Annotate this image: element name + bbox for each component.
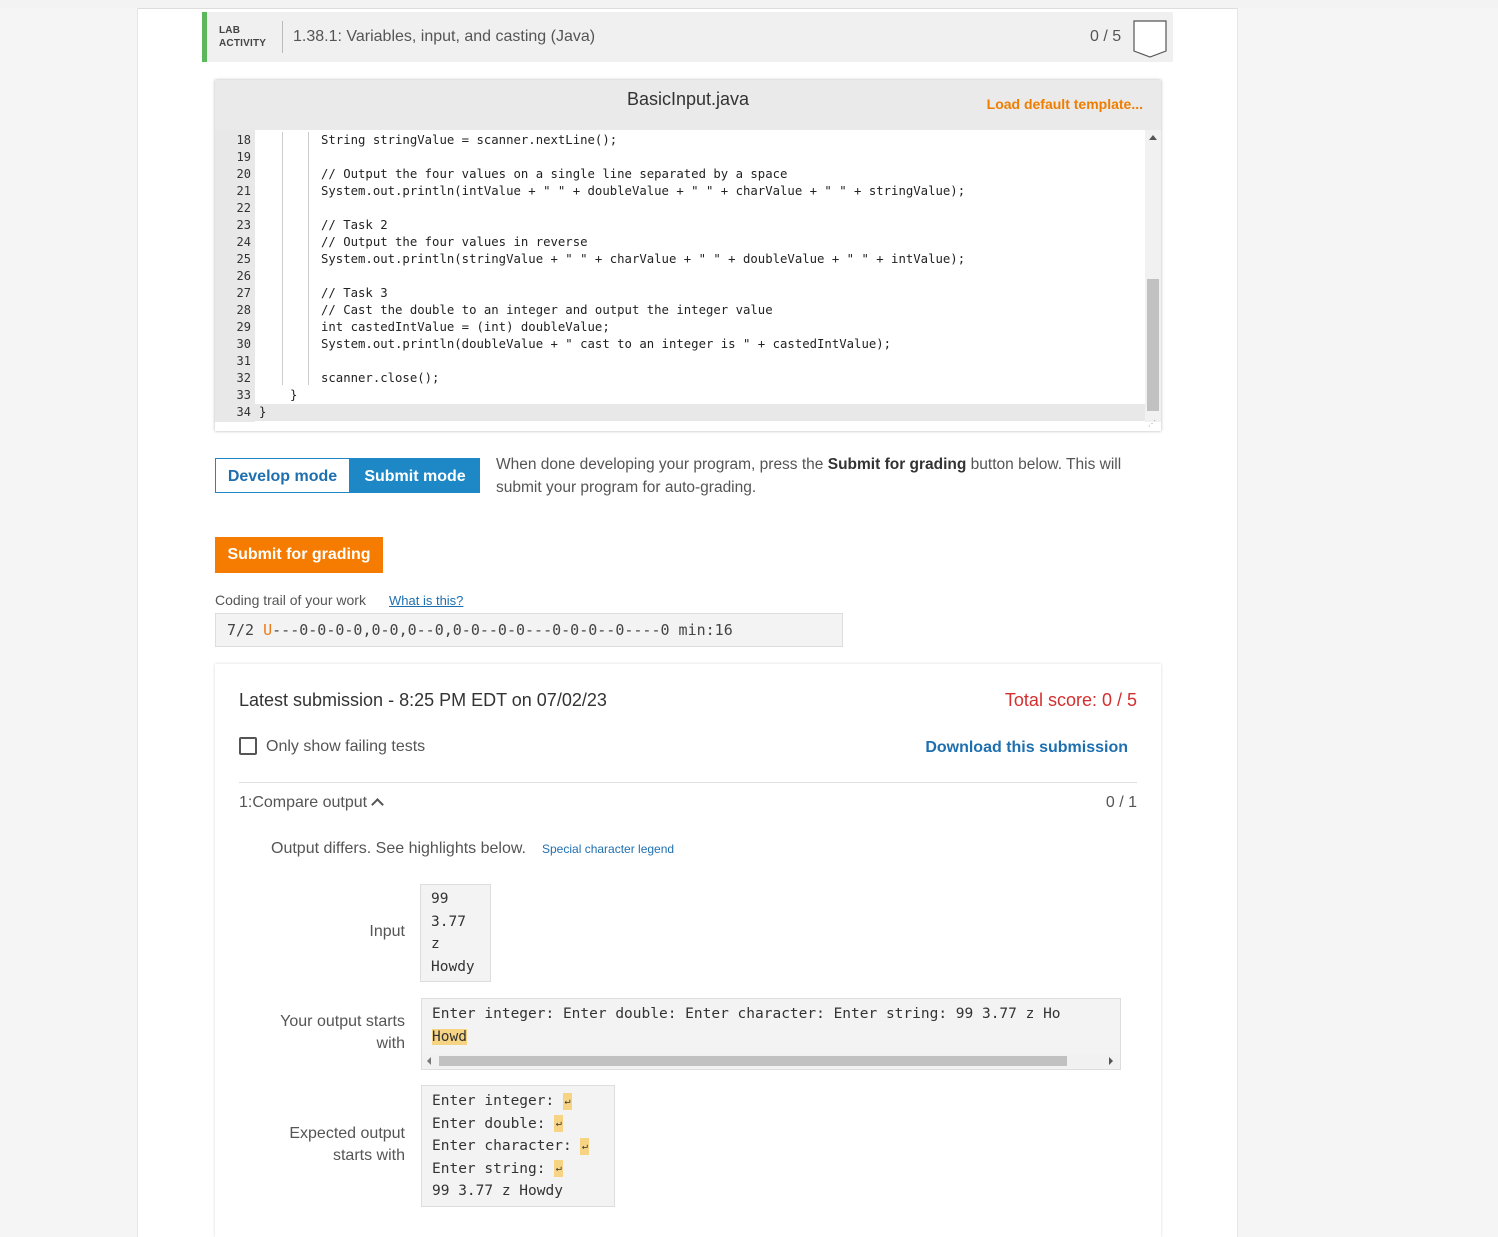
completion-badge-icon xyxy=(1133,20,1167,58)
code-line: // Task 2 xyxy=(321,218,388,232)
expected-line: Enter character: ↵ xyxy=(432,1137,590,1155)
line-number: 30 xyxy=(236,337,251,351)
test-case-score: 0 / 1 xyxy=(1105,794,1137,811)
divider xyxy=(239,782,1137,783)
your-output-label: Your output starts with xyxy=(280,1013,405,1052)
code-line: // Output the four values on a single li… xyxy=(321,167,788,181)
line-number: 27 xyxy=(236,286,251,300)
scroll-up-arrow-icon[interactable] xyxy=(1149,135,1157,140)
latest-submission-title: Latest submission - 8:25 PM EDT on 07/02… xyxy=(239,690,607,710)
coding-trail: 7/2 U---0-0-0-0,0-0,0--0,0-0--0-0---0-0-… xyxy=(215,613,843,647)
expected-line: Enter string: ↵ xyxy=(432,1160,564,1177)
return-symbol-icon: ↵ xyxy=(554,1115,564,1132)
mode-description: When done developing your program, press… xyxy=(496,456,1122,496)
submit-for-grading-button[interactable]: Submit for grading xyxy=(215,537,383,573)
chevron-up-icon xyxy=(371,798,384,811)
code-line: } xyxy=(290,388,298,402)
submission-panel: Latest submission - 8:25 PM EDT on 07/02… xyxy=(215,664,1161,1237)
line-number: 31 xyxy=(236,354,251,368)
line-number: 33 xyxy=(236,388,251,402)
indent-guide xyxy=(308,132,309,385)
test-case-toggle[interactable]: 1:Compare output xyxy=(239,794,384,812)
indent-guide xyxy=(282,132,283,385)
code-line: System.out.println(doubleValue + " cast … xyxy=(321,337,892,351)
scroll-right-arrow-icon[interactable] xyxy=(1109,1057,1113,1065)
code-line: // Output the four values in reverse xyxy=(321,235,588,249)
left-margin xyxy=(0,8,138,1237)
line-number: 26 xyxy=(236,269,251,283)
expected-line: Enter integer: ↵ xyxy=(432,1092,572,1110)
input-box: 99 3.77 z Howdy xyxy=(420,884,491,982)
line-number: 22 xyxy=(236,201,251,215)
editor-scroll-thumb[interactable] xyxy=(1147,279,1159,411)
code-line: String stringValue = scanner.nextLine(); xyxy=(321,133,618,147)
code-line: System.out.println(intValue + " " + doub… xyxy=(321,184,966,198)
activity-title: 1.38.1: Variables, input, and casting (J… xyxy=(293,28,596,45)
code-line: // Cast the double to an integer and out… xyxy=(321,303,773,317)
output-scroll-thumb[interactable] xyxy=(439,1056,1067,1066)
input-line: Howdy xyxy=(431,958,475,975)
line-number: 28 xyxy=(236,303,251,317)
line-number: 20 xyxy=(236,167,251,181)
total-score: Total score: 0 / 5 xyxy=(1004,690,1137,710)
input-line: 99 xyxy=(431,891,449,907)
line-number: 23 xyxy=(236,218,251,232)
submit-mode-button[interactable]: Submit mode xyxy=(350,458,480,493)
scroll-left-arrow-icon[interactable] xyxy=(427,1057,431,1065)
activity-score: 0 / 5 xyxy=(1090,28,1122,45)
only-failing-label[interactable]: Only show failing tests xyxy=(266,738,425,756)
output-horizontal-scrollbar[interactable] xyxy=(423,1054,1119,1068)
load-default-template-link[interactable]: Load default template... xyxy=(987,96,1143,112)
line-number-gutter: 18 19 20 21 22 23 24 25 26 27 28 29 30 31 32 33 34 xyxy=(215,130,255,422)
return-symbol-icon: ↵ xyxy=(562,1092,572,1110)
your-output-box: Enter integer: Enter double: Enter chara… xyxy=(421,998,1121,1070)
output-differs-message: Output differs. See highlights below. xyxy=(271,840,526,857)
line-number: 32 xyxy=(236,371,251,385)
resize-handle-icon[interactable]: ⋰ xyxy=(1148,420,1156,428)
expected-output-label: Expected output starts with xyxy=(289,1125,405,1164)
expected-output-box: Enter integer: ↵ Enter double: ↵ Enter cha… xyxy=(421,1085,615,1207)
input-line: z xyxy=(431,936,440,952)
return-symbol-icon: ↵ xyxy=(554,1160,564,1177)
coding-trail-label: Coding trail of your work xyxy=(215,592,366,608)
right-margin xyxy=(1237,8,1498,1237)
expected-line: Enter double: ↵ xyxy=(432,1115,564,1132)
line-number: 24 xyxy=(236,235,251,249)
lab-activity-label: LAB ACTIVITY xyxy=(219,25,267,49)
line-number: 34 xyxy=(236,405,251,419)
download-submission-link[interactable]: Download this submission xyxy=(925,739,1128,757)
activity-header: LAB ACTIVITY 1.38.1: Variables, input, a… xyxy=(202,12,1173,62)
return-symbol-icon: ↵ xyxy=(580,1137,590,1155)
code-text-area[interactable]: String stringValue = scanner.nextLine();… xyxy=(255,130,1149,422)
line-number: 25 xyxy=(236,252,251,266)
header-divider xyxy=(282,21,283,53)
input-label: Input xyxy=(369,923,405,940)
line-number: 29 xyxy=(236,320,251,334)
line-number: 18 xyxy=(236,133,251,147)
line-number: 21 xyxy=(236,184,251,198)
code-line: System.out.println(stringValue + " " + c… xyxy=(321,252,966,266)
only-failing-checkbox[interactable] xyxy=(239,737,257,755)
output-diff-highlight: Howd xyxy=(432,1028,467,1045)
input-line: 3.77 xyxy=(431,913,466,930)
code-line: // Task 3 xyxy=(321,286,388,300)
expected-line: 99 3.77 z Howdy xyxy=(432,1183,563,1199)
code-editor: BasicInput.java Load default template...… xyxy=(215,80,1161,431)
line-number: 19 xyxy=(236,150,251,164)
editor-header: BasicInput.java Load default template... xyxy=(215,80,1161,130)
develop-mode-button[interactable]: Develop mode xyxy=(215,458,350,493)
code-line: } xyxy=(255,404,1149,421)
special-character-legend-link[interactable]: Special character legend xyxy=(542,842,674,856)
what-is-this-link[interactable]: What is this? xyxy=(389,593,463,608)
